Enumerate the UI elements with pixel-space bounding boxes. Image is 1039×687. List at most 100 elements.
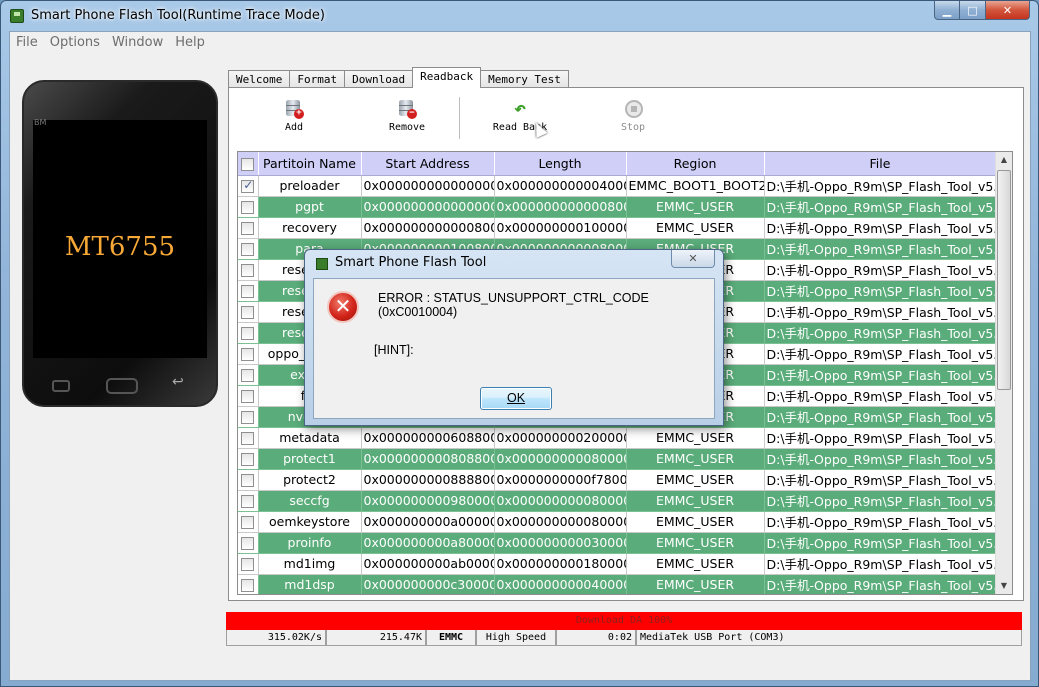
ok-button[interactable]: OK: [480, 387, 552, 410]
length-cell: 0x0000000000800000: [494, 490, 627, 512]
row-checkbox[interactable]: [238, 553, 259, 575]
remove-button[interactable]: − Remove: [372, 94, 442, 133]
file-cell[interactable]: D:\手机-Oppo_R9m\SP_Flash_Tool_v5...: [764, 406, 997, 428]
title-bar[interactable]: Smart Phone Flash Tool(Runtime Trace Mod…: [1, 1, 1038, 31]
region-cell: EMMC_USER: [626, 532, 765, 554]
table-row[interactable]: md1dsp 0x000000000c300000 0x00000000004000…: [238, 574, 997, 594]
status-bar: 315.02K/s 215.47K EMMC High Speed 0:02 M…: [226, 630, 1022, 646]
column-header-region[interactable]: Region: [626, 152, 765, 176]
table-row[interactable]: md1img 0x000000000ab00000 0x00000000018000…: [238, 553, 997, 575]
table-row[interactable]: pgpt 0x0000000000000000 0x0000000000008000…: [238, 196, 997, 218]
row-checkbox[interactable]: [238, 196, 259, 218]
vertical-scrollbar[interactable]: ▲ ▼: [995, 152, 1012, 594]
table-row[interactable]: protect2 0x0000000008888000 0x0000000000f7…: [238, 469, 997, 491]
file-cell[interactable]: D:\手机-Oppo_R9m\SP_Flash_Tool_v5...: [764, 427, 997, 449]
remove-partition-icon: −: [397, 98, 417, 120]
file-cell[interactable]: D:\手机-Oppo_R9m\SP_Flash_Tool_v5...: [764, 343, 997, 365]
file-cell[interactable]: D:\手机-Oppo_R9m\SP_Flash_Tool_v5...: [764, 196, 997, 218]
menu-options[interactable]: Options: [44, 32, 106, 54]
row-checkbox[interactable]: [238, 259, 259, 281]
partition-name-cell: seccfg: [258, 490, 362, 512]
region-cell: EMMC_USER: [626, 427, 765, 449]
row-checkbox[interactable]: [238, 322, 259, 344]
dialog-close-button[interactable]: ✕: [671, 250, 715, 268]
file-cell[interactable]: D:\手机-Oppo_R9m\SP_Flash_Tool_v5...: [764, 280, 997, 302]
file-cell[interactable]: D:\手机-Oppo_R9m\SP_Flash_Tool_v5...: [764, 385, 997, 407]
row-checkbox[interactable]: [238, 406, 259, 428]
dialog-title: Smart Phone Flash Tool: [335, 255, 487, 270]
row-checkbox[interactable]: [238, 511, 259, 533]
tab-download[interactable]: Download: [344, 70, 414, 88]
column-header-start-address[interactable]: Start Address: [361, 152, 495, 176]
stop-icon: [623, 98, 643, 120]
file-cell[interactable]: D:\手机-Oppo_R9m\SP_Flash_Tool_v5...: [764, 175, 997, 197]
file-cell[interactable]: D:\手机-Oppo_R9m\SP_Flash_Tool_v5...: [764, 553, 997, 575]
phone-brand-label: BM: [34, 118, 47, 127]
row-checkbox[interactable]: [238, 175, 259, 197]
file-cell[interactable]: D:\手机-Oppo_R9m\SP_Flash_Tool_v5...: [764, 532, 997, 554]
table-row[interactable]: protect1 0x0000000008088000 0x000000000080…: [238, 448, 997, 470]
menu-help[interactable]: Help: [169, 32, 211, 54]
scroll-down-icon[interactable]: ▼: [996, 578, 1012, 594]
table-row[interactable]: preloader0x00000000000000000x00000000000…: [238, 175, 997, 197]
add-button[interactable]: + Add: [259, 94, 329, 133]
row-checkbox[interactable]: [238, 574, 259, 594]
file-cell[interactable]: D:\手机-Oppo_R9m\SP_Flash_Tool_v5...: [764, 574, 997, 594]
row-checkbox[interactable]: [238, 364, 259, 386]
row-checkbox[interactable]: [238, 427, 259, 449]
minimize-button[interactable]: ▁: [934, 1, 960, 20]
column-header-length[interactable]: Length: [494, 152, 627, 176]
select-all-checkbox[interactable]: [238, 152, 259, 176]
row-checkbox[interactable]: [238, 532, 259, 554]
scroll-thumb[interactable]: [997, 170, 1011, 390]
file-cell[interactable]: D:\手机-Oppo_R9m\SP_Flash_Tool_v5...: [764, 511, 997, 533]
table-row[interactable]: metadata 0x0000000006088000 0x000000000200…: [238, 427, 997, 449]
row-checkbox[interactable]: [238, 385, 259, 407]
row-checkbox[interactable]: [238, 490, 259, 512]
row-checkbox[interactable]: [238, 343, 259, 365]
start-address-cell: 0x0000000008888000: [361, 469, 495, 491]
dialog-app-icon: [316, 258, 328, 270]
row-checkbox[interactable]: [238, 301, 259, 323]
file-cell[interactable]: D:\手机-Oppo_R9m\SP_Flash_Tool_v5...: [764, 322, 997, 344]
tab-memory-test[interactable]: Memory Test: [480, 70, 569, 88]
table-row[interactable]: oemkeystore 0x000000000a000000 0x000000000…: [238, 511, 997, 533]
length-cell: 0x0000000001800000: [494, 553, 627, 575]
close-button[interactable]: ✕: [986, 1, 1030, 20]
file-cell[interactable]: D:\手机-Oppo_R9m\SP_Flash_Tool_v5...: [764, 217, 997, 239]
column-header-partition-name[interactable]: Partitoin Name: [258, 152, 362, 176]
window-title: Smart Phone Flash Tool(Runtime Trace Mod…: [31, 8, 325, 23]
menu-file[interactable]: File: [10, 32, 44, 54]
file-cell[interactable]: D:\手机-Oppo_R9m\SP_Flash_Tool_v5...: [764, 448, 997, 470]
file-cell[interactable]: D:\手机-Oppo_R9m\SP_Flash_Tool_v5...: [764, 364, 997, 386]
length-cell: 0x0000000002000000: [494, 427, 627, 449]
tab-format[interactable]: Format: [289, 70, 346, 88]
start-address-cell: 0x0000000000008000: [361, 217, 495, 239]
file-cell[interactable]: D:\手机-Oppo_R9m\SP_Flash_Tool_v5...: [764, 490, 997, 512]
row-checkbox[interactable]: [238, 280, 259, 302]
start-address-cell: 0x0000000000000000: [361, 196, 495, 218]
column-header-file[interactable]: File: [764, 152, 997, 176]
length-cell: 0x0000000000040000: [494, 175, 627, 197]
file-cell[interactable]: D:\手机-Oppo_R9m\SP_Flash_Tool_v5...: [764, 469, 997, 491]
tab-readback[interactable]: Readback: [412, 67, 482, 88]
stop-button[interactable]: Stop: [598, 94, 668, 133]
menu-window[interactable]: Window: [106, 32, 169, 54]
file-cell[interactable]: D:\手机-Oppo_R9m\SP_Flash_Tool_v5...: [764, 259, 997, 281]
table-row[interactable]: proinfo 0x000000000a800000 0x0000000000300…: [238, 532, 997, 554]
start-address-cell: 0x000000000ab00000: [361, 553, 495, 575]
file-cell[interactable]: D:\手机-Oppo_R9m\SP_Flash_Tool_v5...: [764, 301, 997, 323]
file-cell[interactable]: D:\手机-Oppo_R9m\SP_Flash_Tool_v5...: [764, 238, 997, 260]
hint-label: [HINT]:: [374, 343, 414, 357]
row-checkbox[interactable]: [238, 448, 259, 470]
scroll-up-icon[interactable]: ▲: [996, 152, 1012, 168]
row-checkbox[interactable]: [238, 469, 259, 491]
tab-welcome[interactable]: Welcome: [228, 70, 291, 88]
table-row[interactable]: seccfg 0x0000000009800000 0x00000000008000…: [238, 490, 997, 512]
row-checkbox[interactable]: [238, 217, 259, 239]
start-address-cell: 0x000000000a000000: [361, 511, 495, 533]
phone-screen: MT6755: [33, 120, 207, 358]
row-checkbox[interactable]: [238, 238, 259, 260]
maximize-button[interactable]: □: [960, 1, 986, 20]
table-row[interactable]: recovery 0x0000000000008000 0x000000000100…: [238, 217, 997, 239]
